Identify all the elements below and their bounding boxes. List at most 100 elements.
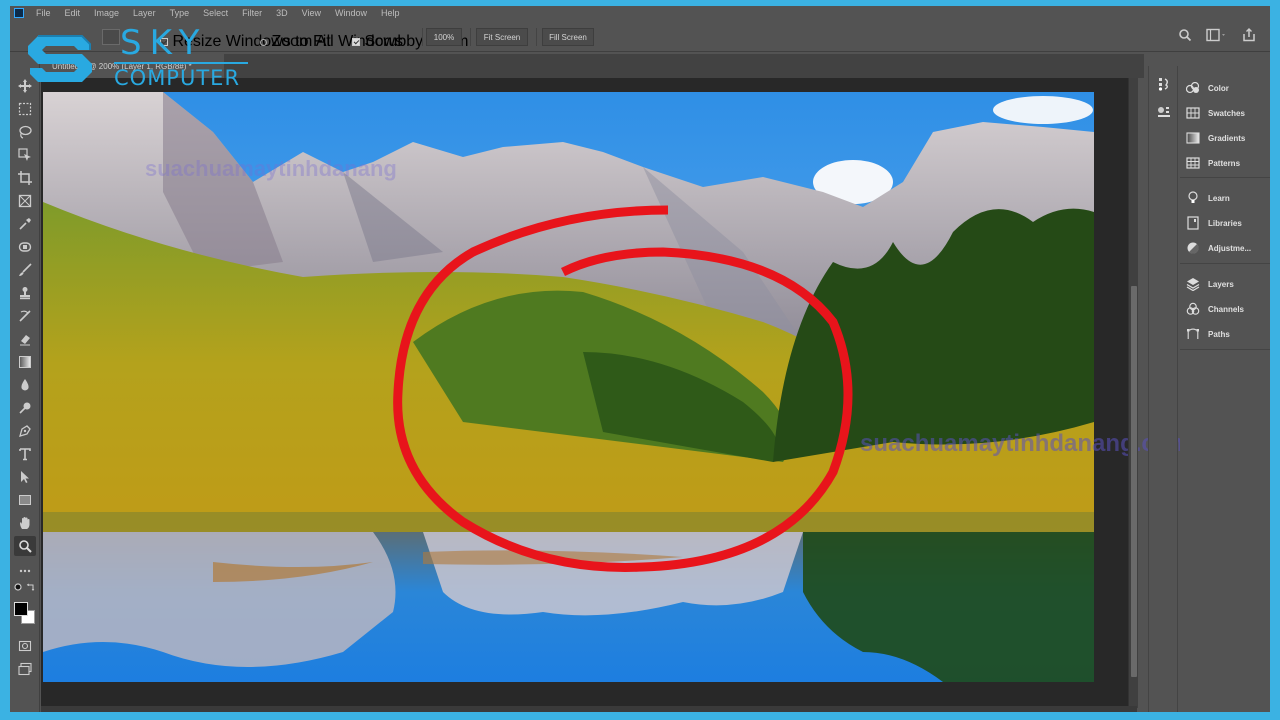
swatches-icon bbox=[1186, 107, 1200, 119]
top-right-tools bbox=[1178, 28, 1256, 42]
pen-icon bbox=[19, 425, 31, 437]
scrubby-zoom-checkbox[interactable] bbox=[352, 38, 360, 46]
menu-file[interactable]: File bbox=[36, 8, 51, 18]
panel-paths[interactable]: Paths bbox=[1186, 324, 1230, 344]
panel-adjustments-label: Adjustme... bbox=[1208, 243, 1252, 253]
swap-colors-button[interactable] bbox=[25, 581, 37, 593]
menu-help[interactable]: Help bbox=[381, 8, 400, 18]
eyedropper-tool[interactable] bbox=[14, 214, 36, 234]
foreground-color-swatch[interactable] bbox=[14, 602, 28, 616]
menu-filter[interactable]: Filter bbox=[242, 8, 262, 18]
properties-panel-button[interactable] bbox=[1153, 100, 1175, 124]
clone-stamp-tool[interactable] bbox=[14, 283, 36, 303]
path-selection-tool[interactable] bbox=[14, 467, 36, 487]
landscape-photo bbox=[43, 92, 1094, 682]
panel-adjustments[interactable]: Adjustme... bbox=[1186, 238, 1251, 258]
default-colors-button[interactable] bbox=[12, 581, 24, 593]
menu-image[interactable]: Image bbox=[94, 8, 119, 18]
marquee-tool[interactable] bbox=[14, 99, 36, 119]
history-brush-icon bbox=[19, 310, 31, 322]
blur-tool[interactable] bbox=[14, 375, 36, 395]
move-icon bbox=[18, 79, 32, 93]
rectangle-icon bbox=[19, 495, 31, 505]
clone-stamp-icon bbox=[20, 287, 30, 300]
marquee-icon bbox=[18, 102, 32, 116]
libraries-icon bbox=[1187, 216, 1199, 230]
panel-color[interactable]: Color bbox=[1186, 78, 1229, 98]
document-tab[interactable]: Untitled-1 @ 200% (Layer 1, RGB/8#) * bbox=[44, 54, 224, 78]
cloud bbox=[993, 96, 1093, 124]
zoom-100-button[interactable]: 100% bbox=[426, 28, 462, 46]
dodge-tool[interactable] bbox=[14, 398, 36, 418]
quick-mask-button[interactable] bbox=[14, 636, 36, 656]
quick-mask-icon bbox=[18, 640, 32, 652]
menu-bar: File Edit Image Layer Type Select Filter… bbox=[10, 6, 1270, 20]
healing-brush-tool[interactable] bbox=[14, 237, 36, 257]
learn-icon bbox=[1188, 191, 1198, 203]
history-brush-tool[interactable] bbox=[14, 306, 36, 326]
photoshop-logo-icon bbox=[14, 8, 24, 18]
panel-libraries[interactable]: Libraries bbox=[1186, 213, 1242, 233]
gradient-tool[interactable] bbox=[14, 352, 36, 372]
lasso-tool[interactable] bbox=[14, 122, 36, 142]
panel-color-label: Color bbox=[1208, 83, 1229, 93]
menu-view[interactable]: View bbox=[302, 8, 321, 18]
default-colors-icon bbox=[14, 583, 22, 591]
share-icon[interactable] bbox=[1242, 28, 1256, 42]
menu-select[interactable]: Select bbox=[203, 8, 228, 18]
type-tool[interactable] bbox=[14, 444, 36, 464]
menu-edit[interactable]: Edit bbox=[65, 8, 81, 18]
vertical-scrollbar[interactable] bbox=[1128, 78, 1138, 708]
panel-patterns-label: Patterns bbox=[1208, 158, 1241, 168]
options-separator bbox=[422, 28, 423, 46]
panel-patterns[interactable]: Patterns bbox=[1186, 153, 1240, 173]
fit-screen-button[interactable]: Fit Screen bbox=[476, 28, 528, 46]
collapsed-panel-column bbox=[1148, 66, 1178, 712]
panel-channels[interactable]: Channels bbox=[1186, 299, 1244, 319]
resize-windows-checkbox[interactable] bbox=[160, 38, 168, 46]
menu-layer[interactable]: Layer bbox=[133, 8, 156, 18]
history-icon bbox=[1158, 78, 1168, 91]
move-tool[interactable] bbox=[14, 76, 36, 96]
panel-gradients-label: Gradients bbox=[1208, 133, 1246, 143]
dodge-icon bbox=[19, 402, 31, 414]
menu-3d[interactable]: 3D bbox=[276, 8, 288, 18]
zoom-icon bbox=[19, 540, 32, 553]
search-icon[interactable] bbox=[1178, 28, 1192, 42]
document-image[interactable] bbox=[43, 92, 1094, 682]
panel-channels-label: Channels bbox=[1208, 304, 1245, 314]
edit-toolbar-button[interactable] bbox=[14, 561, 36, 581]
vertical-scrollbar-thumb[interactable] bbox=[1131, 286, 1137, 677]
panel-layers-label: Layers bbox=[1208, 279, 1234, 289]
zoom-in-out-toggle[interactable] bbox=[102, 29, 120, 45]
history-panel-button[interactable] bbox=[1153, 72, 1175, 96]
horizontal-scrollbar[interactable] bbox=[41, 706, 1137, 712]
object-selection-tool[interactable] bbox=[14, 145, 36, 165]
menu-window[interactable]: Window bbox=[335, 8, 367, 18]
panel-learn[interactable]: Learn bbox=[1186, 188, 1230, 208]
crop-tool[interactable] bbox=[14, 168, 36, 188]
panel-gradients[interactable]: Gradients bbox=[1186, 128, 1245, 148]
properties-icon bbox=[1158, 107, 1170, 117]
canvas-area[interactable] bbox=[41, 78, 1137, 708]
zoom-tool[interactable] bbox=[14, 536, 36, 556]
rectangle-tool[interactable] bbox=[14, 490, 36, 510]
frame-tool[interactable] bbox=[14, 191, 36, 211]
channels-icon bbox=[1186, 302, 1200, 315]
hand-tool[interactable] bbox=[14, 513, 36, 533]
brush-tool[interactable] bbox=[14, 260, 36, 280]
workspace-icon[interactable] bbox=[1206, 28, 1228, 42]
menu-type[interactable]: Type bbox=[170, 8, 190, 18]
options-separator bbox=[470, 28, 471, 46]
fill-screen-button[interactable]: Fill Screen bbox=[542, 28, 594, 46]
panel-divider bbox=[1180, 263, 1270, 264]
screen-mode-icon bbox=[18, 662, 32, 676]
zoom-all-windows-checkbox[interactable] bbox=[260, 39, 267, 46]
eraser-tool[interactable] bbox=[14, 329, 36, 349]
panel-libraries-label: Libraries bbox=[1208, 218, 1242, 228]
panel-layers[interactable]: Layers bbox=[1186, 274, 1234, 294]
panel-swatches[interactable]: Swatches bbox=[1186, 103, 1245, 123]
pen-tool[interactable] bbox=[14, 421, 36, 441]
options-separator bbox=[536, 28, 537, 46]
screen-mode-button[interactable] bbox=[14, 659, 36, 679]
